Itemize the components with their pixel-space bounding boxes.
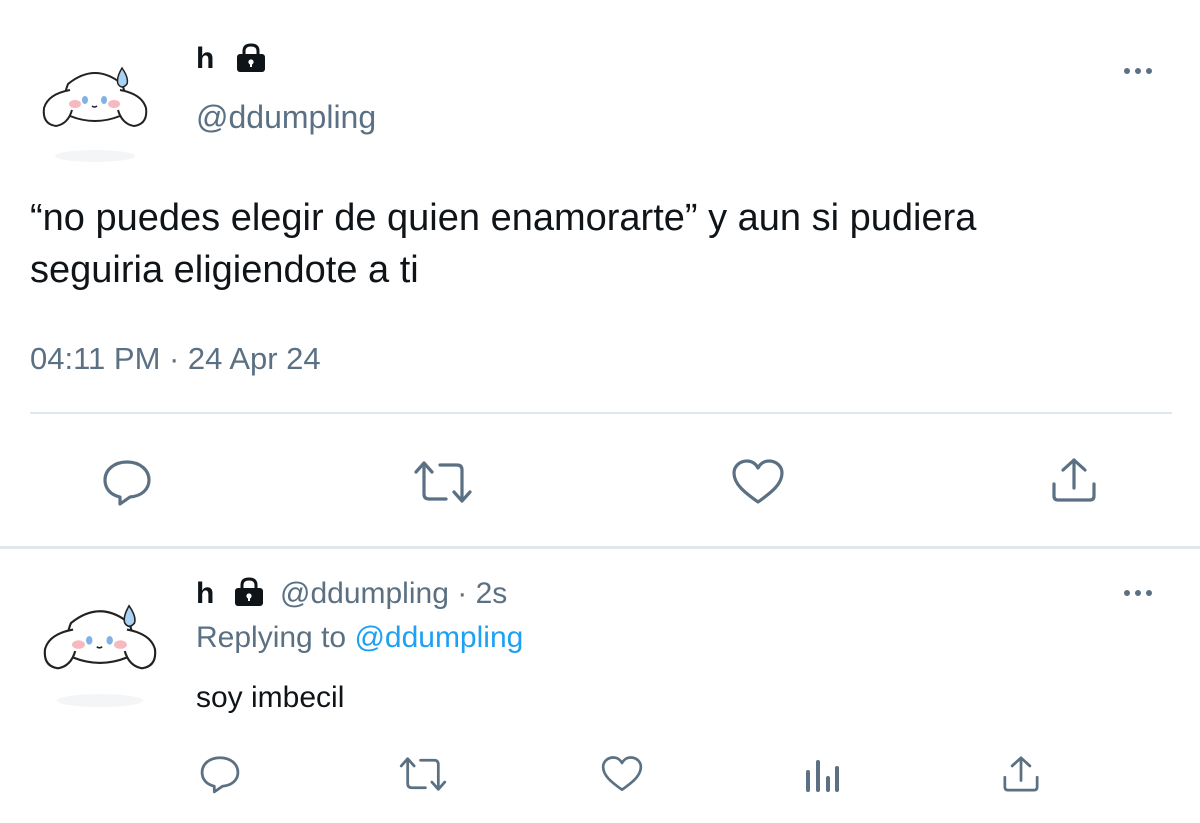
like-icon[interactable] [600,754,644,794]
timestamp[interactable]: 04:11 PM · 24 Apr 24 [30,340,321,378]
reply-handle-text[interactable]: @ddumpling [280,577,449,610]
separator-dot: · [457,577,468,610]
cinnamoroll-avatar-image [30,44,160,174]
more-options-icon[interactable] [1124,588,1152,598]
cinnamoroll-avatar-image [30,580,170,720]
replying-to-label: Replying to [196,621,347,654]
more-options-icon[interactable] [1124,66,1152,76]
reply-text: soy imbecil [196,681,345,714]
lock-icon [234,42,268,74]
share-icon[interactable] [1048,456,1100,504]
handle[interactable]: @ddumpling [196,98,376,136]
tweet-text: “no puedes elegir de quien enamorarte” y… [30,197,977,291]
like-icon[interactable] [730,458,786,506]
reply-icon[interactable] [198,754,242,794]
share-icon[interactable] [1000,754,1042,794]
section-divider [0,546,1200,549]
replying-to-handle-link[interactable]: @ddumpling [354,621,523,654]
reply-display-name[interactable]: h [196,576,214,612]
display-name[interactable]: h [196,42,214,76]
replying-to-line: Replying to @ddumpling [196,620,523,656]
reply-avatar[interactable] [30,580,170,720]
reply-time[interactable]: 2s [476,577,508,610]
reply-icon[interactable] [100,458,154,506]
analytics-icon[interactable] [804,756,840,794]
retweet-icon[interactable] [398,754,448,794]
reply-handle: @ddumpling · 2s [280,576,507,612]
retweet-icon[interactable] [412,458,474,506]
avatar[interactable] [30,44,160,174]
divider [30,412,1172,414]
lock-icon [232,576,266,608]
